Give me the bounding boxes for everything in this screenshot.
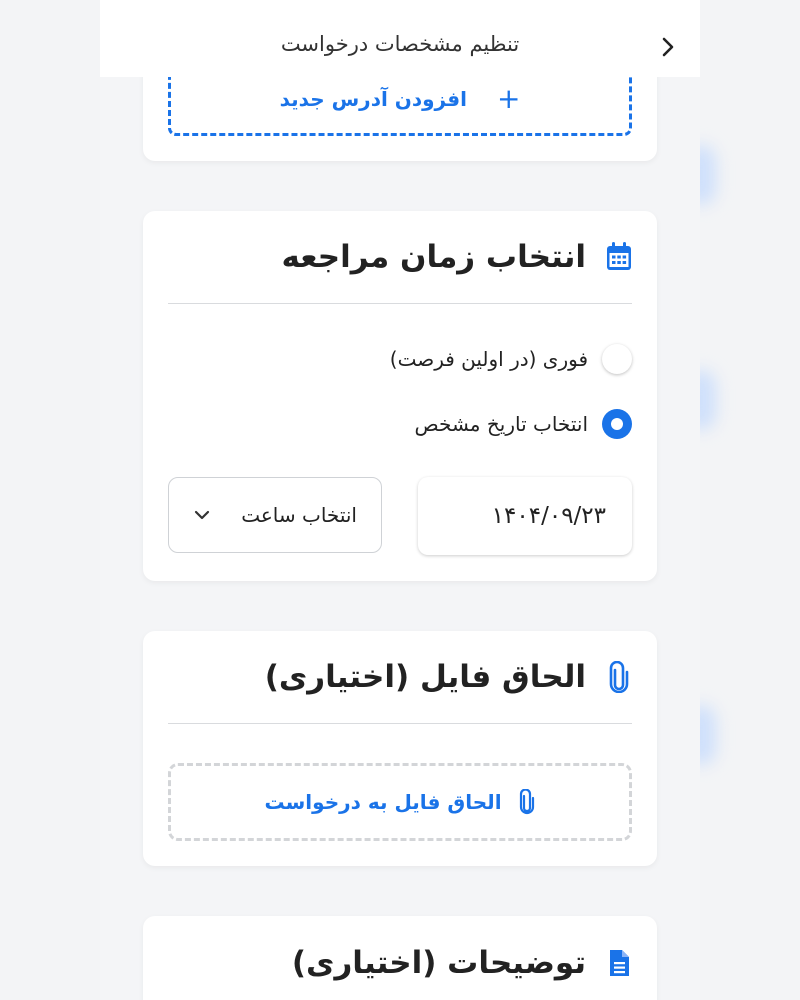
- add-address-label: افزودن آدرس جدید: [279, 86, 467, 111]
- time-select[interactable]: انتخاب ساعت: [168, 477, 382, 553]
- option-specific-date[interactable]: انتخاب تاریخ مشخص: [415, 409, 632, 439]
- backdrop-left: [0, 0, 100, 1000]
- paperclip-icon: [519, 789, 534, 815]
- option-specific-date-label: انتخاب تاریخ مشخص: [414, 412, 588, 436]
- calendar-icon: [607, 242, 631, 270]
- visit-time-card: انتخاب زمان مراجعه فوری (در اولین فرصت) …: [143, 211, 657, 581]
- visit-time-title: انتخاب زمان مراجعه: [281, 239, 586, 275]
- time-select-label: انتخاب ساعت: [241, 503, 357, 527]
- notes-header: توضیحات (اختیاری): [168, 916, 632, 1000]
- add-address-button[interactable]: + افزودن آدرس جدید: [168, 70, 632, 136]
- notes-card: توضیحات (اختیاری): [143, 916, 657, 1000]
- option-immediate[interactable]: فوری (در اولین فرصت): [390, 344, 632, 374]
- attach-file-button[interactable]: الحاق فایل به درخواست: [168, 763, 632, 841]
- visit-time-header: انتخاب زمان مراجعه: [168, 211, 632, 304]
- radio-specific-date[interactable]: [602, 409, 632, 439]
- date-field[interactable]: ۱۴۰۴/۰۹/۲۳: [418, 477, 632, 555]
- radio-immediate[interactable]: [602, 344, 632, 374]
- attachment-header: الحاق فایل (اختیاری): [168, 631, 632, 724]
- chevron-down-icon: [194, 510, 210, 520]
- date-value: ۱۴۰۴/۰۹/۲۳: [491, 503, 606, 529]
- backdrop-right: [700, 0, 800, 1000]
- option-immediate-label: فوری (در اولین فرصت): [389, 347, 588, 371]
- page-title: تنظیم مشخصات درخواست: [280, 32, 520, 56]
- notes-title: توضیحات (اختیاری): [291, 944, 586, 981]
- plus-icon: +: [496, 81, 521, 115]
- document-icon: [610, 949, 629, 976]
- chevron-right-icon[interactable]: [656, 33, 680, 61]
- attach-file-label: الحاق فایل به درخواست: [264, 790, 502, 814]
- attachment-card: الحاق فایل (اختیاری) الحاق فایل به درخوا…: [143, 631, 657, 866]
- app-screen: تنظیم مشخصات درخواست + افزودن آدرس جدید: [100, 0, 700, 1000]
- attachment-title: الحاق فایل (اختیاری): [264, 659, 586, 695]
- top-bar: تنظیم مشخصات درخواست: [100, 0, 700, 77]
- paperclip-icon: [609, 661, 629, 693]
